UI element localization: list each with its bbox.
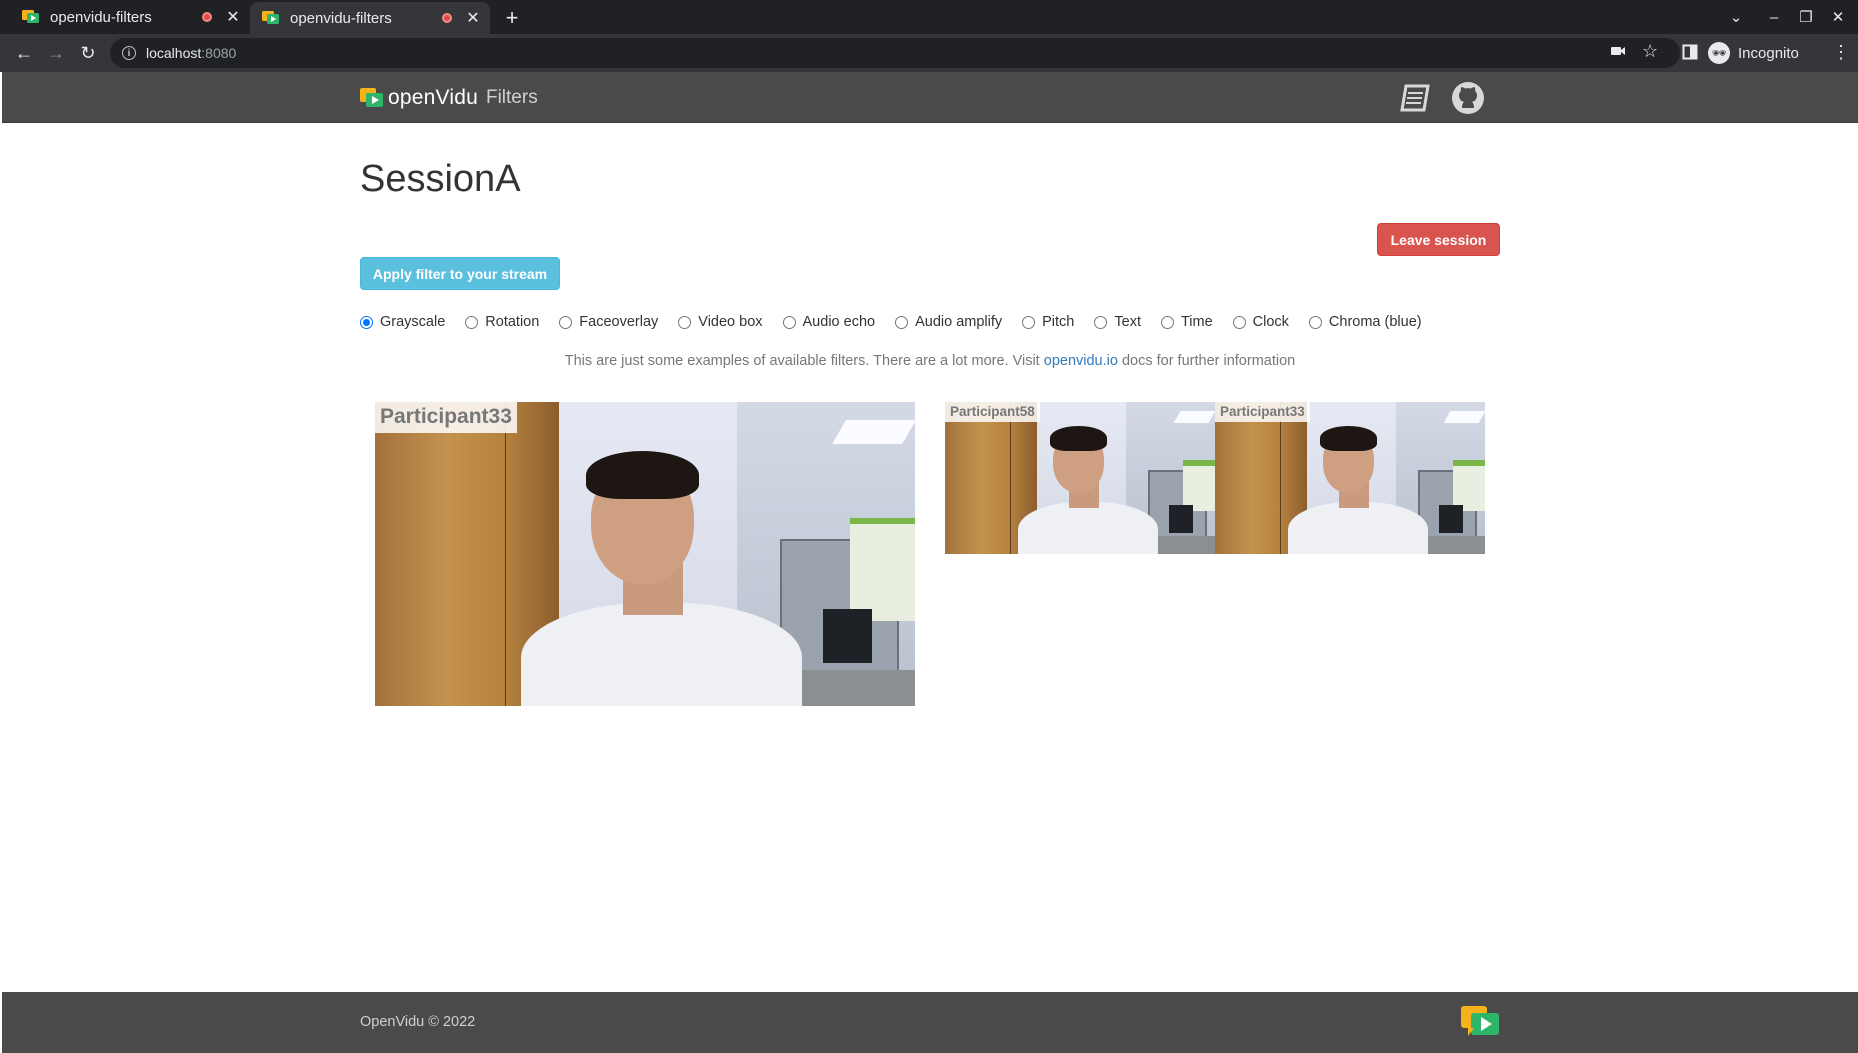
site-info-icon[interactable]: i — [122, 46, 136, 60]
filter-option-clock[interactable]: Clock — [1232, 314, 1289, 330]
participant-video[interactable]: Participant58 — [945, 402, 1215, 554]
filter-option-label: Pitch — [1042, 314, 1075, 330]
openvidu-favicon-icon — [22, 9, 40, 25]
page-navbar: openVidu Filters — [2, 72, 1858, 123]
browser-tab-title: openvidu-filters — [290, 9, 392, 27]
participant-nickname: Participant33 — [375, 402, 517, 433]
filter-option-label: Audio echo — [802, 314, 876, 330]
bookmark-star-icon[interactable]: ☆ — [1642, 41, 1658, 62]
radio-button[interactable] — [678, 315, 692, 329]
participant-nickname: Participant33 — [1215, 402, 1310, 422]
radio-button[interactable] — [559, 315, 573, 329]
page-footer: OpenVidu © 2022 — [2, 992, 1858, 1053]
recording-indicator-icon — [442, 13, 452, 23]
radio-button[interactable] — [465, 315, 479, 329]
filter-option-pitch[interactable]: Pitch — [1022, 314, 1074, 330]
leave-session-button[interactable]: Leave session — [1377, 223, 1500, 256]
filter-option-label: Text — [1114, 314, 1141, 330]
radio-button[interactable] — [1094, 315, 1108, 329]
browser-tab-2[interactable]: openvidu-filters ✕ — [250, 2, 490, 34]
filter-option-label: Rotation — [485, 314, 540, 330]
incognito-profile[interactable]: 🕶 Incognito — [1708, 38, 1799, 68]
filter-option-audio-amplify[interactable]: Audio amplify — [895, 314, 1002, 330]
filter-option-faceoverlay[interactable]: Faceoverlay — [559, 314, 658, 330]
radio-button[interactable] — [1232, 315, 1246, 329]
radio-button[interactable] — [782, 315, 796, 329]
main-video[interactable]: Participant33 — [375, 402, 915, 706]
browser-tab-title: openvidu-filters — [50, 8, 152, 26]
hint-text-before: This are just some examples of available… — [564, 353, 1044, 369]
openvidu-docs-link[interactable]: openvidu.io — [1044, 353, 1118, 369]
session-title: SessionA — [360, 158, 521, 200]
filter-option-audio-echo[interactable]: Audio echo — [782, 314, 876, 330]
filter-option-rotation[interactable]: Rotation — [465, 314, 539, 330]
reload-icon[interactable]: ↻ — [76, 41, 100, 65]
incognito-icon: 🕶 — [1708, 42, 1730, 64]
filter-option-label: Clock — [1252, 314, 1289, 330]
close-tab-icon[interactable]: ✕ — [224, 7, 242, 27]
brand-wordmark: openVidu — [388, 86, 478, 109]
footer-copyright: OpenVidu © 2022 — [360, 1014, 476, 1030]
url-port: :8080 — [201, 45, 237, 61]
video-feed-image — [945, 402, 1215, 554]
brand-subtitle: Filters — [485, 87, 538, 108]
filter-option-label: Grayscale — [380, 314, 446, 330]
minimize-icon[interactable]: – — [1758, 0, 1790, 34]
filter-option-grayscale[interactable]: Grayscale — [360, 314, 445, 330]
hint-text-after: docs for further information — [1117, 353, 1296, 369]
participant-nickname: Participant58 — [945, 402, 1040, 422]
browser-toolbar: ← → ↻ i localhost:8080 ☆ 🕶 Incognito ⋮ — [0, 34, 1858, 72]
filter-option-label: Chroma (blue) — [1328, 314, 1422, 330]
url-host: localhost — [146, 45, 202, 61]
filter-option-video-box[interactable]: Video box — [678, 314, 763, 330]
camera-in-use-icon[interactable] — [1610, 44, 1626, 62]
apply-filter-button[interactable]: Apply filter to your stream — [360, 257, 560, 290]
browser-menu-icon[interactable]: ⋮ — [1832, 42, 1850, 63]
filter-option-label: Video box — [698, 314, 763, 330]
video-feed-image — [1215, 402, 1485, 554]
radio-button[interactable] — [1022, 315, 1036, 329]
video-feed-image — [375, 402, 915, 706]
filter-option-label: Audio amplify — [915, 314, 1003, 330]
filter-option-text[interactable]: Text — [1094, 314, 1141, 330]
recording-indicator-icon — [202, 12, 212, 22]
forward-icon[interactable]: → — [44, 41, 68, 65]
brand-link[interactable]: openVidu Filters — [360, 85, 538, 111]
close-window-icon[interactable]: ✕ — [1822, 0, 1854, 34]
filter-option-time[interactable]: Time — [1160, 314, 1213, 330]
filters-hint-text: This are just some examples of available… — [360, 353, 1500, 369]
filter-option-chroma-blue[interactable]: Chroma (blue) — [1308, 314, 1422, 330]
radio-button[interactable] — [1160, 315, 1174, 329]
github-icon[interactable] — [1449, 80, 1487, 116]
tab-search-icon[interactable]: ⌄ — [1720, 0, 1752, 34]
new-tab-button[interactable]: + — [500, 5, 524, 31]
filter-radio-group: Grayscale Rotation Faceoverlay Video box… — [360, 313, 1442, 331]
docs-book-icon[interactable] — [1397, 80, 1435, 116]
address-bar[interactable]: i localhost:8080 — [110, 38, 1680, 68]
openvidu-logo-icon — [1460, 1004, 1500, 1040]
side-panel-icon[interactable] — [1682, 44, 1698, 64]
restore-icon[interactable]: ❐ — [1790, 0, 1822, 34]
close-tab-icon[interactable]: ✕ — [464, 8, 482, 28]
radio-button[interactable] — [360, 315, 373, 329]
participant-video[interactable]: Participant33 — [1215, 402, 1485, 554]
back-icon[interactable]: ← — [12, 41, 36, 65]
openvidu-logo-icon — [360, 87, 384, 109]
radio-button[interactable] — [1308, 315, 1322, 329]
browser-tab-1[interactable]: openvidu-filters ✕ — [10, 0, 250, 34]
browser-tab-bar: openvidu-filters ✕ openvidu-filters ✕ + … — [0, 0, 1858, 34]
filter-option-label: Time — [1180, 314, 1213, 330]
incognito-label: Incognito — [1738, 44, 1799, 62]
filter-option-label: Faceoverlay — [579, 314, 659, 330]
radio-button[interactable] — [895, 315, 909, 329]
openvidu-favicon-icon — [262, 10, 280, 26]
